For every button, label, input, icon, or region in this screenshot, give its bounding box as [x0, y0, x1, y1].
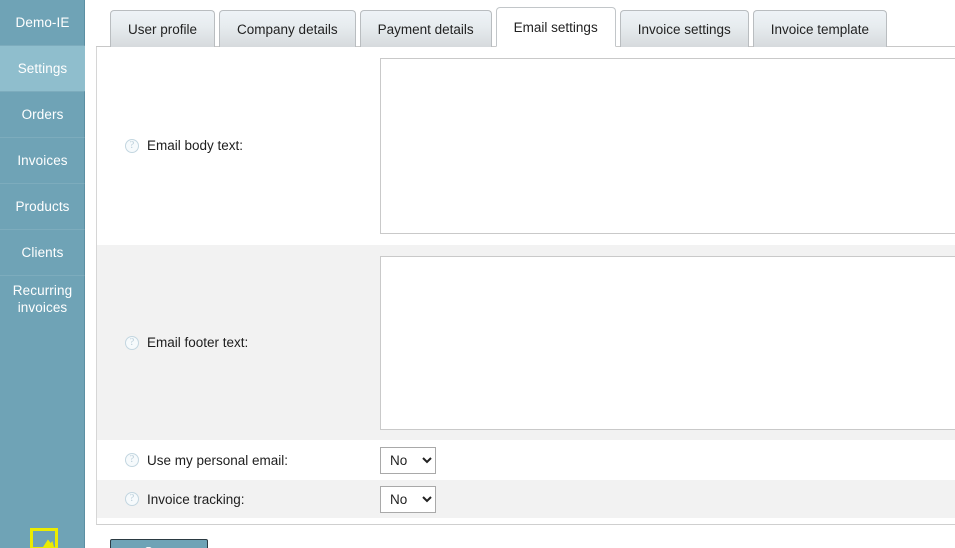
help-question-icon[interactable]: ? — [125, 335, 139, 350]
form-row-email-footer-text: ? Email footer text: — [97, 245, 955, 441]
sidebar-item-label: Recurring invoices — [12, 282, 73, 315]
sidebar-item-invoices[interactable]: Invoices — [0, 138, 85, 183]
tab-label: User profile — [128, 21, 198, 37]
tab-label: Company details — [237, 21, 338, 37]
form-label-cell: ? Invoice tracking: — [97, 480, 368, 518]
tab-bar: User profile Company details Payment det… — [96, 0, 955, 47]
help-question-icon[interactable]: ? — [125, 138, 139, 153]
image-placeholder-icon — [30, 528, 58, 548]
email-footer-text-input[interactable] — [380, 255, 955, 430]
content-area: User profile Company details Payment det… — [96, 0, 955, 548]
application-window: Demo-IE Settings Orders Invoices Product… — [0, 0, 955, 548]
tab-invoice-template[interactable]: Invoice template — [752, 10, 888, 47]
sidebar-item-label: Demo-IE — [15, 15, 70, 30]
form-row-use-my-personal-email: ? Use my personal email: No Yes — [97, 441, 955, 480]
form-field-cell: No Yes — [368, 480, 955, 518]
tab-label: Email settings — [513, 19, 598, 35]
tab-label: Invoice settings — [637, 21, 731, 37]
tab-label: Payment details — [377, 21, 474, 37]
save-button[interactable]: Save — [110, 539, 208, 548]
tab-invoice-settings[interactable]: Invoice settings — [619, 10, 749, 47]
form-label-cell: ? Email footer text: — [97, 245, 368, 440]
help-question-icon[interactable]: ? — [125, 453, 139, 467]
sidebar-item-settings[interactable]: Settings — [0, 46, 85, 91]
image-placeholder-frame — [30, 528, 58, 548]
sidebar-item-orders[interactable]: Orders — [0, 92, 85, 137]
help-question-icon[interactable]: ? — [125, 492, 139, 506]
sidebar-item-label: Invoices — [17, 153, 68, 168]
email-settings-panel: ? Email body text: ? Email footer text: — [96, 47, 955, 525]
sidebar-item-clients[interactable]: Clients — [0, 230, 85, 275]
form-field-cell: No Yes — [368, 441, 955, 479]
sidebar-item-recurring-invoices[interactable]: Recurring invoices — [0, 276, 85, 321]
sidebar-item-label: Products — [15, 199, 70, 214]
form-label: Invoice tracking: — [147, 491, 245, 507]
form-field-cell — [368, 47, 955, 244]
form-label-cell: ? Use my personal email: — [97, 441, 368, 479]
sidebar-item-products[interactable]: Products — [0, 184, 85, 229]
form-label: Use my personal email: — [147, 452, 289, 468]
use-my-personal-email-select[interactable]: No Yes — [380, 446, 436, 474]
sidebar-item-label: Settings — [17, 61, 68, 76]
tab-label: Invoice template — [770, 21, 870, 37]
tab-user-profile[interactable]: User profile — [110, 10, 216, 47]
tab-email-settings[interactable]: Email settings — [495, 7, 616, 47]
form-label: Email footer text: — [147, 335, 249, 350]
form-row-invoice-tracking: ? Invoice tracking: No Yes — [97, 480, 955, 519]
tab-company-details[interactable]: Company details — [219, 10, 356, 47]
form-label: Email body text: — [147, 138, 244, 153]
tab-payment-details[interactable]: Payment details — [359, 10, 492, 47]
email-body-text-input[interactable] — [380, 57, 955, 234]
sidebar-navigation: Demo-IE Settings Orders Invoices Product… — [0, 0, 85, 548]
sidebar-item-label: Orders — [21, 107, 64, 122]
panel-bottom-spacer — [97, 519, 955, 524]
sidebar-item-demo-ie[interactable]: Demo-IE — [0, 0, 85, 45]
form-row-email-body-text: ? Email body text: — [97, 47, 955, 245]
invoice-tracking-select[interactable]: No Yes — [380, 485, 436, 513]
sidebar-item-label: Clients — [21, 245, 64, 260]
form-field-cell — [368, 245, 955, 440]
form-label-cell: ? Email body text: — [97, 47, 368, 244]
